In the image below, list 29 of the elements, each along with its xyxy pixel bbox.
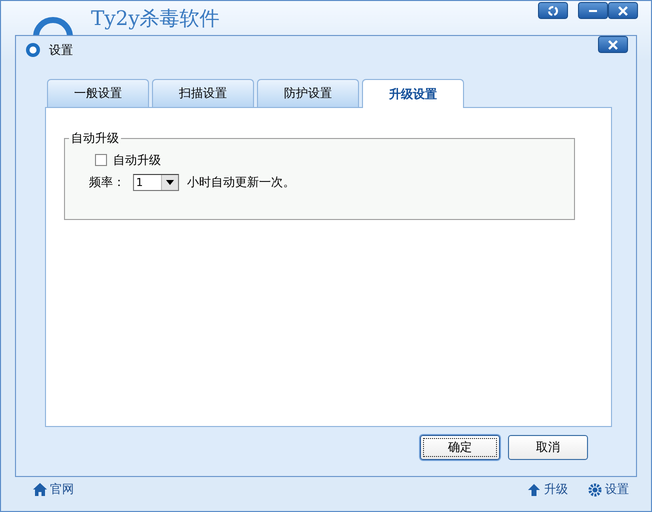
- settings-link[interactable]: 设置: [588, 481, 629, 498]
- frequency-suffix: 小时自动更新一次。: [187, 174, 295, 191]
- minimize-button[interactable]: [578, 2, 608, 19]
- checkbox[interactable]: [95, 154, 107, 166]
- recycle-button[interactable]: [538, 2, 568, 19]
- upgrade-link[interactable]: 升级: [527, 481, 568, 498]
- up-arrow-icon: [527, 482, 541, 496]
- checkbox-label: 自动升级: [113, 152, 161, 168]
- dialog-title: 设置: [49, 42, 73, 58]
- frequency-label: 频率：: [89, 174, 125, 191]
- app-title: Ty2y杀毒软件: [91, 5, 220, 31]
- website-link[interactable]: 官网: [33, 481, 74, 498]
- frequency-dropdown[interactable]: 1: [133, 174, 179, 191]
- close-icon: [607, 38, 619, 50]
- dialog-button[interactable]: 取消: [508, 435, 588, 460]
- close-icon: [617, 4, 629, 16]
- close-button[interactable]: [608, 2, 638, 19]
- dropdown-arrow-icon: [166, 180, 174, 185]
- tab[interactable]: 扫描设置: [152, 79, 254, 107]
- group-title: 自动升级: [70, 130, 120, 147]
- tab[interactable]: 防护设置: [257, 79, 359, 107]
- close-button[interactable]: [598, 36, 628, 53]
- home-icon: [33, 483, 47, 496]
- recycle-icon: [547, 4, 559, 16]
- logo-icon: [25, 42, 41, 58]
- dialog-button[interactable]: 确定: [420, 435, 500, 460]
- tab[interactable]: 一般设置: [47, 79, 149, 107]
- gear-icon: [588, 482, 602, 496]
- tab[interactable]: 升级设置: [362, 79, 464, 108]
